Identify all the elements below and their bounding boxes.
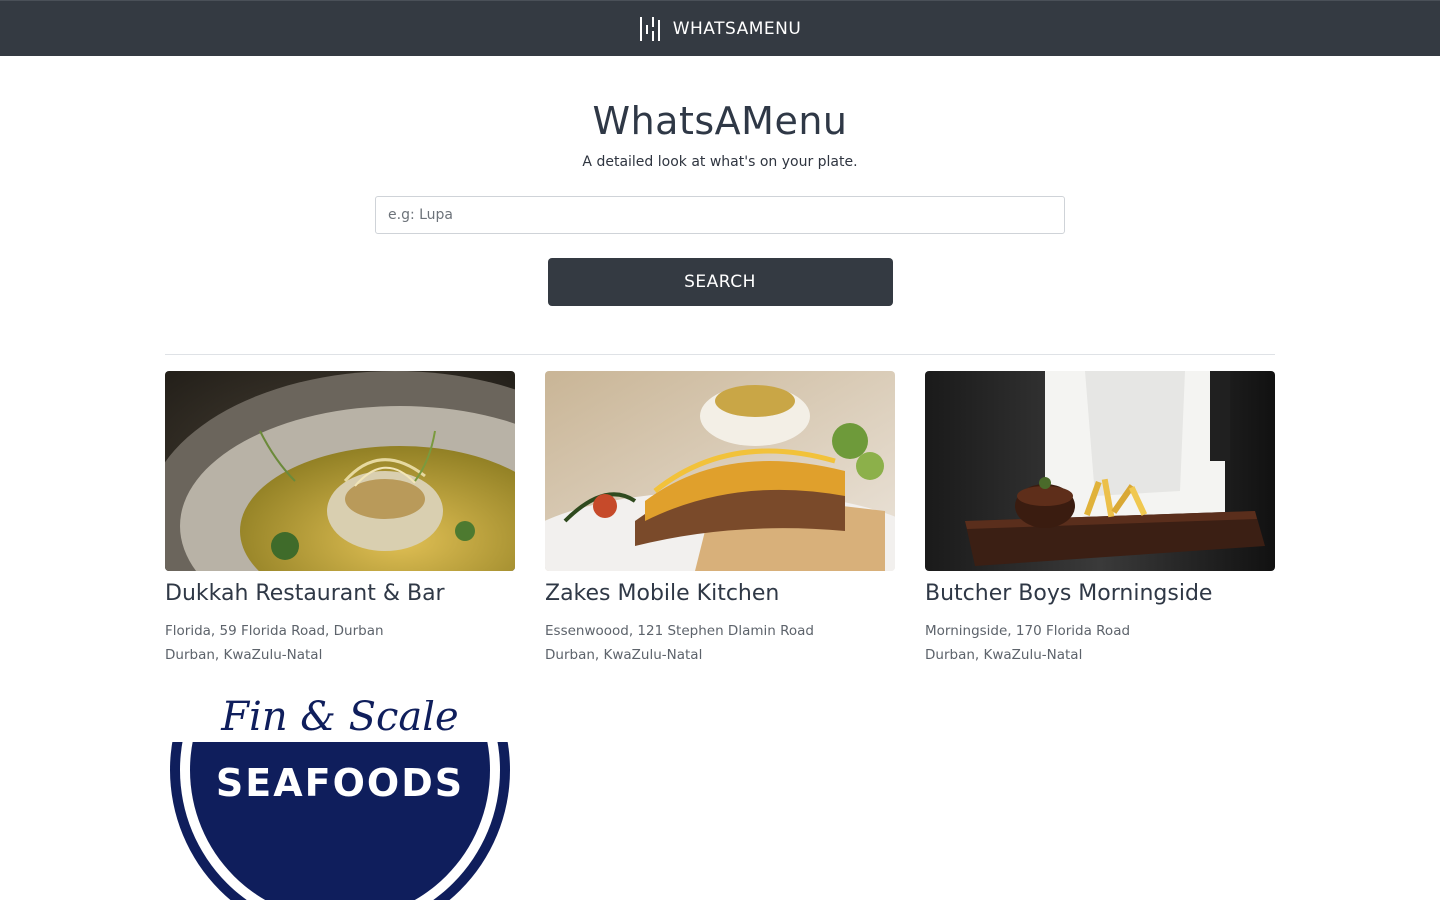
address-line-2: Durban, KwaZulu-Natal	[165, 647, 323, 663]
restaurant-address: Florida, 59 Florida Road, Durban Durban,…	[165, 619, 515, 667]
logo-arc-text: Fin & Scale	[220, 700, 458, 740]
restaurant-image-burger[interactable]	[545, 371, 895, 571]
address-line-2: Durban, KwaZulu-Natal	[545, 647, 703, 663]
top-navbar: WHATSAMENU	[0, 0, 1440, 56]
search-input[interactable]	[375, 196, 1065, 234]
restaurant-card[interactable]: Zakes Mobile Kitchen Essenwoood, 121 Ste…	[545, 371, 895, 667]
restaurant-card[interactable]: Fin & Scale SEAFOODS	[165, 700, 515, 900]
search-form	[375, 196, 1065, 234]
restaurant-address: Essenwoood, 121 Stephen Dlamin Road Durb…	[545, 619, 895, 667]
logo-text: SEAFOODS	[216, 761, 464, 805]
address-line-2: Durban, KwaZulu-Natal	[925, 647, 1083, 663]
restaurant-card[interactable]: Dukkah Restaurant & Bar Florida, 59 Flor…	[165, 371, 515, 667]
hero-section: WhatsAMenu A detailed look at what's on …	[0, 56, 1440, 170]
brand-link[interactable]: WHATSAMENU	[639, 16, 802, 41]
page-subtitle: A detailed look at what's on your plate.	[582, 154, 858, 170]
restaurant-name[interactable]: Butcher Boys Morningside	[925, 581, 1275, 607]
restaurant-address: Morningside, 170 Florida Road Durban, Kw…	[925, 619, 1275, 667]
address-line-1: Morningside, 170 Florida Road	[925, 623, 1131, 639]
brand-label: WHATSAMENU	[672, 18, 802, 39]
restaurant-image-plated-dish[interactable]	[165, 371, 515, 571]
restaurant-name[interactable]: Zakes Mobile Kitchen	[545, 581, 895, 607]
address-line-1: Essenwoood, 121 Stephen Dlamin Road	[545, 623, 814, 639]
restaurant-name[interactable]: Dukkah Restaurant & Bar	[165, 581, 515, 607]
section-divider	[165, 354, 1275, 355]
restaurant-card[interactable]: Butcher Boys Morningside Morningside, 17…	[925, 371, 1275, 667]
restaurant-image-seafoods-logo[interactable]: Fin & Scale SEAFOODS	[165, 700, 515, 900]
page-title: WhatsAMenu	[592, 99, 848, 143]
restaurant-image-steak[interactable]	[925, 371, 1275, 571]
waveform-bars-icon	[639, 16, 660, 41]
restaurant-grid: Dukkah Restaurant & Bar Florida, 59 Flor…	[165, 371, 1275, 900]
address-line-1: Florida, 59 Florida Road, Durban	[165, 623, 384, 639]
search-button[interactable]: SEARCH	[547, 258, 893, 306]
